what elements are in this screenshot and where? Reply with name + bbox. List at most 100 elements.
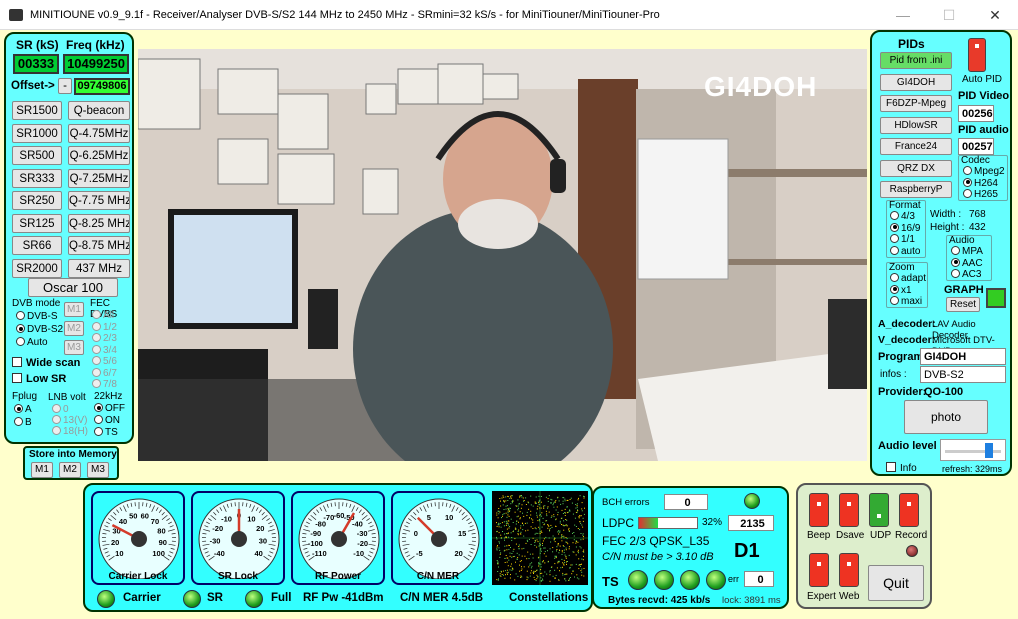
fplug-a-radio[interactable]: A: [14, 403, 32, 416]
audio-ac3-radio[interactable]: AC3: [951, 269, 983, 281]
store-m2-button[interactable]: M2: [59, 462, 81, 478]
zoom-maxi-radio[interactable]: maxi: [890, 296, 926, 308]
fec-7-8-radio[interactable]: 7/8: [92, 379, 117, 391]
freq-preset-button[interactable]: 437 MHz: [68, 258, 130, 278]
fplug-b-radio[interactable]: B: [14, 416, 32, 429]
web-toggle[interactable]: [839, 553, 859, 587]
pid-preset-button[interactable]: GI4DOH: [880, 73, 952, 91]
format-4-3-radio[interactable]: 4/3: [890, 211, 920, 223]
fec-6-7-radio[interactable]: 6/7: [92, 367, 117, 380]
codec-h265-radio[interactable]: H265: [963, 189, 1005, 201]
fec-5-6-radio[interactable]: 5/6: [92, 356, 117, 368]
ts-led-1: [628, 570, 648, 590]
graph-reset-button[interactable]: Reset: [946, 297, 980, 312]
pid-preset-button[interactable]: QRZ DX: [880, 159, 952, 177]
22khz-off-radio[interactable]: OFF: [94, 403, 125, 415]
minimize-button[interactable]: —: [880, 0, 926, 30]
video-display[interactable]: GI4DOH: [138, 49, 867, 461]
audio-aac-radio[interactable]: AAC: [951, 257, 983, 270]
audio-mpa-radio[interactable]: MPA: [951, 246, 983, 258]
pid-preset-button[interactable]: Pid from .ini: [880, 52, 952, 69]
quit-button[interactable]: Quit: [868, 565, 924, 601]
22khz-on-radio[interactable]: ON: [94, 415, 125, 427]
offset-display[interactable]: 09749806: [74, 78, 130, 95]
freq-preset-button[interactable]: Q-8.25 MHz: [68, 213, 130, 233]
low-sr-checkbox[interactable]: Low SR: [12, 373, 66, 385]
gauge-tick-label: 80: [157, 527, 165, 536]
freq-preset-button[interactable]: Q-6.25MHz: [68, 146, 130, 165]
mem-m3-button[interactable]: M3: [64, 340, 84, 355]
close-button[interactable]: ✕: [972, 0, 1018, 30]
format-auto-radio[interactable]: auto: [890, 245, 920, 258]
infos-input[interactable]: DVB-S2: [920, 366, 1006, 383]
sr-preset-button[interactable]: SR1000: [12, 123, 62, 143]
mem-m2-button[interactable]: M2: [64, 321, 84, 336]
dsave-toggle[interactable]: [839, 493, 859, 527]
audio-group: Audio MPA AAC AC3: [946, 235, 992, 281]
gauge-tick-label: -100: [308, 539, 323, 548]
fec-all-radio[interactable]: All: [92, 310, 117, 322]
freq-preset-button[interactable]: Q-7.25MHz: [68, 168, 130, 188]
pid-preset-button[interactable]: F6DZP-Mpeg: [880, 95, 952, 112]
record-toggle[interactable]: [899, 493, 919, 527]
info-checkbox[interactable]: Info: [886, 462, 917, 474]
sr-preset-button[interactable]: SR250: [12, 191, 62, 210]
expert-toggle[interactable]: [809, 553, 829, 587]
photo-button[interactable]: photo: [904, 400, 988, 434]
zoom-x1-radio[interactable]: x1: [890, 284, 926, 297]
lnb-18h-radio[interactable]: 18(H): [52, 426, 88, 437]
udp-toggle[interactable]: [869, 493, 889, 527]
format-16-9-radio[interactable]: 16/9: [890, 222, 920, 235]
pid-preset-button[interactable]: HDlowSR: [880, 116, 952, 134]
oscar-100-button[interactable]: Oscar 100: [28, 278, 118, 297]
pid-preset-button[interactable]: RaspberryP: [880, 181, 952, 198]
zoom-adapt-radio[interactable]: adapt: [890, 273, 926, 285]
freq-preset-button[interactable]: Q-8.75 MHz: [68, 236, 130, 255]
gauge-tick-label: -90: [310, 529, 321, 538]
format-1-1-radio[interactable]: 1/1: [890, 234, 920, 246]
sr-preset-button[interactable]: SR500: [12, 146, 62, 165]
pid-video-input[interactable]: 00256: [958, 105, 994, 122]
sr-preset-button[interactable]: SR1500: [12, 101, 62, 120]
pid-audio-input[interactable]: 00257: [958, 138, 994, 155]
sr-preset-button[interactable]: SR2000: [12, 258, 62, 278]
provider-label: Provider:: [878, 386, 927, 398]
codec-mpeg2-radio[interactable]: Mpeg2: [963, 166, 1005, 178]
audio-level-slider[interactable]: [940, 439, 1006, 461]
beep-toggle[interactable]: [809, 493, 829, 527]
freq-display[interactable]: 10499250: [63, 54, 129, 74]
maximize-button[interactable]: ☐: [926, 0, 972, 30]
dvb-s2-radio[interactable]: DVB-S2: [16, 323, 63, 336]
title-bar: MINITIOUNE v0.9_9.1f - Receiver/Analyser…: [0, 0, 1018, 30]
freq-preset-button[interactable]: Q-7.75 MHz: [68, 191, 130, 210]
gauge-tick-label: 100: [152, 549, 165, 558]
lnb-0-radio[interactable]: 0: [52, 404, 88, 415]
lnb-13v-radio[interactable]: 13(V): [52, 415, 88, 426]
store-m1-button[interactable]: M1: [31, 462, 53, 478]
store-m3-button[interactable]: M3: [87, 462, 109, 478]
codec-h264-radio[interactable]: H264: [963, 177, 1005, 190]
gauge-tick-label: 50: [129, 512, 137, 521]
fec-3-4-radio[interactable]: 3/4: [92, 344, 117, 357]
freq-preset-button[interactable]: Q-4.75MHz: [68, 123, 130, 143]
22khz-ts-radio[interactable]: TS: [94, 427, 125, 439]
fec-2-3-radio[interactable]: 2/3: [92, 333, 117, 345]
gauge-dial: -5 05 10 15 20: [398, 498, 480, 580]
auto-pid-toggle[interactable]: [968, 38, 986, 72]
sr-preset-button[interactable]: SR66: [12, 236, 62, 255]
sr-preset-button[interactable]: SR125: [12, 213, 62, 233]
gauge-tick-label: -20: [212, 524, 223, 533]
sr-led: [183, 590, 201, 608]
dvb-s-radio[interactable]: DVB-S: [16, 310, 63, 323]
pid-preset-button[interactable]: France24: [880, 138, 952, 155]
fec-1-2-radio[interactable]: 1/2: [92, 321, 117, 334]
dvb-auto-radio[interactable]: Auto: [16, 336, 63, 349]
program-input[interactable]: GI4DOH: [920, 348, 1006, 365]
sr-display[interactable]: 00333: [13, 54, 59, 74]
wide-scan-checkbox[interactable]: Wide scan: [12, 357, 80, 369]
sr-preset-button[interactable]: SR333: [12, 168, 62, 188]
mem-m1-button[interactable]: M1: [64, 302, 84, 317]
offset-sign-button[interactable]: -: [58, 78, 72, 94]
graph-indicator[interactable]: [986, 288, 1006, 308]
freq-preset-button[interactable]: Q-beacon: [68, 101, 130, 120]
